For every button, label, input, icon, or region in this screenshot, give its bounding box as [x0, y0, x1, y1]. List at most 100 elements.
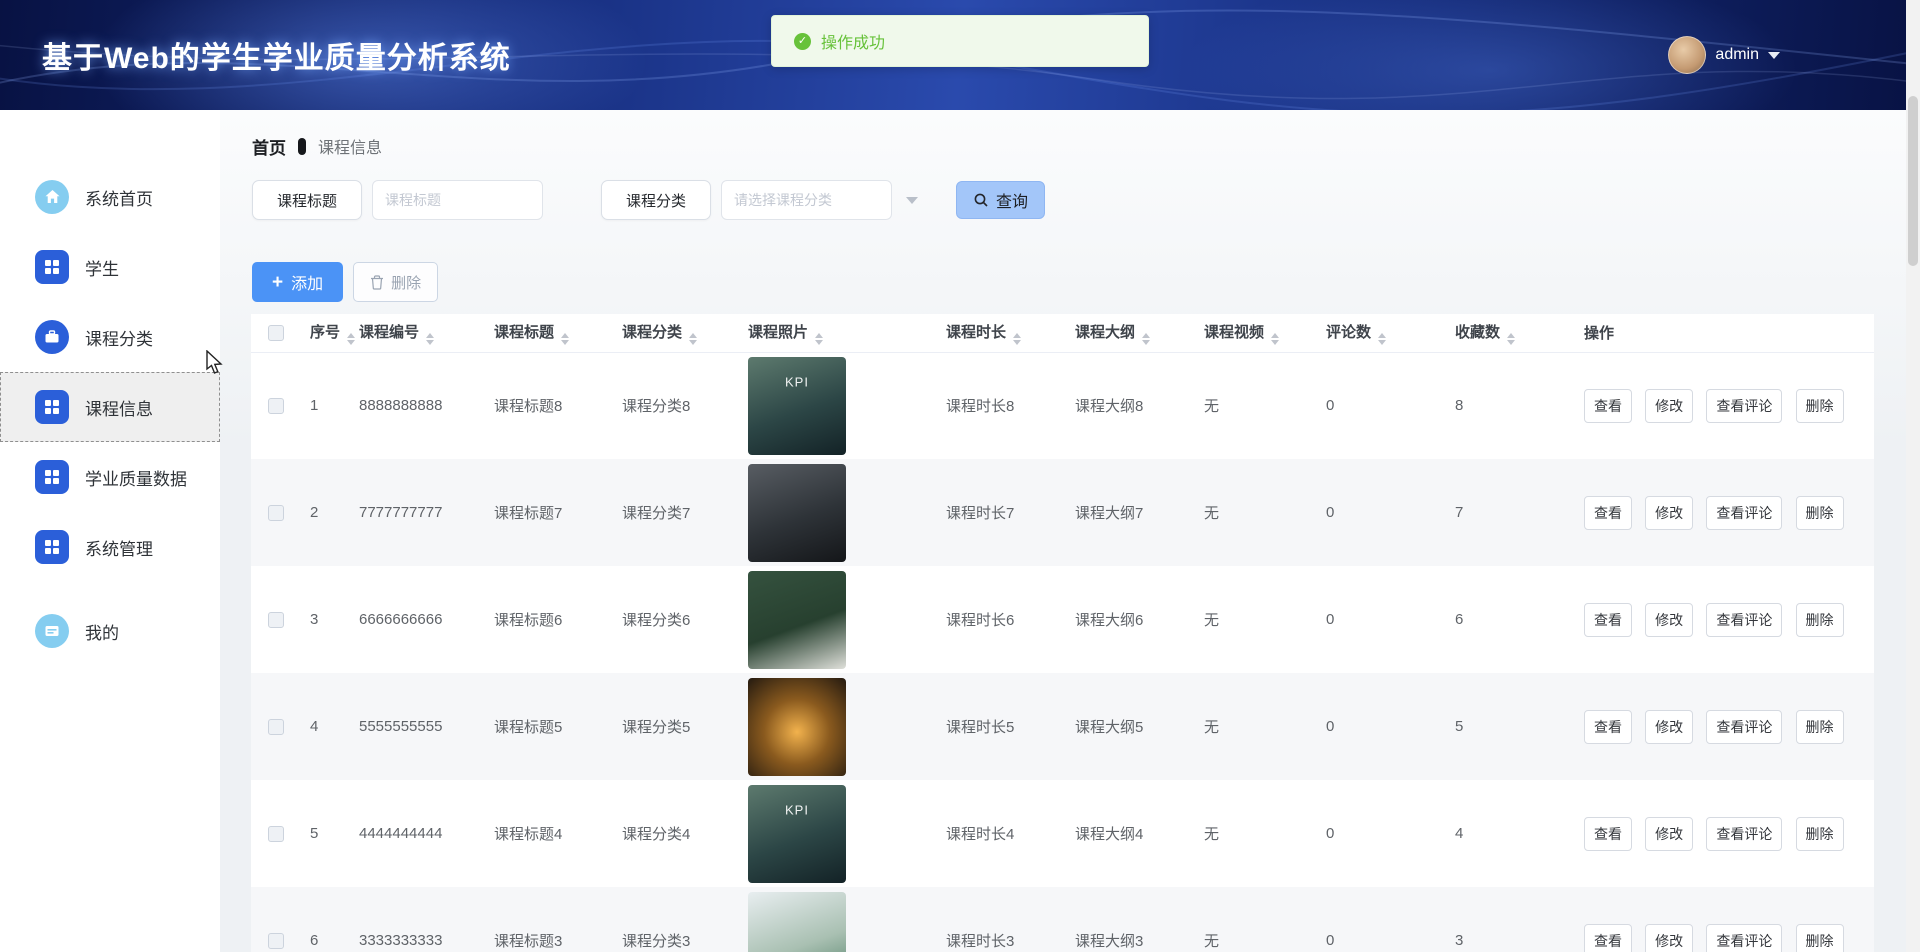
- sidebar-item-mine[interactable]: 我的: [0, 596, 220, 666]
- row-checkbox[interactable]: [268, 719, 284, 735]
- table-row: 5 4444444444 课程标题4 课程分类4 KPI 课程时长4 课程大纲4…: [251, 780, 1874, 887]
- view-comments-button[interactable]: 查看评论: [1706, 496, 1782, 530]
- column-header-index[interactable]: 序号: [300, 314, 349, 352]
- sidebar-item-label: 系统首页: [85, 185, 153, 210]
- sidebar-item-course-info[interactable]: 课程信息: [0, 372, 220, 442]
- cell-course-outline: 课程大纲4: [1065, 780, 1194, 887]
- sidebar-item-students[interactable]: 学生: [0, 232, 220, 302]
- breadcrumb-separator: [298, 138, 306, 155]
- breadcrumb-home[interactable]: 首页: [252, 134, 286, 159]
- column-header-favorites[interactable]: 收藏数: [1445, 314, 1574, 352]
- column-header-photo[interactable]: 课程照片: [738, 314, 936, 352]
- cell-course-duration: 课程时长3: [936, 887, 1065, 952]
- sort-icon[interactable]: [1142, 333, 1150, 345]
- photo-overlay-text: KPI: [785, 802, 809, 817]
- select-all-checkbox[interactable]: [268, 325, 284, 341]
- sort-icon[interactable]: [1013, 333, 1021, 345]
- view-button[interactable]: 查看: [1584, 496, 1632, 530]
- row-checkbox[interactable]: [268, 505, 284, 521]
- course-category-select[interactable]: [721, 180, 892, 220]
- sidebar-item-system-admin[interactable]: 系统管理: [0, 512, 220, 582]
- view-button[interactable]: 查看: [1584, 817, 1632, 851]
- cell-course-code: 6666666666: [349, 566, 484, 673]
- row-checkbox[interactable]: [268, 398, 284, 414]
- sort-icon[interactable]: [1378, 333, 1386, 345]
- user-name: admin: [1715, 46, 1759, 64]
- avatar[interactable]: [1668, 36, 1706, 74]
- cell-course-title: 课程标题4: [484, 780, 612, 887]
- row-checkbox[interactable]: [268, 933, 284, 949]
- delete-button[interactable]: 删除: [1796, 817, 1844, 851]
- row-checkbox[interactable]: [268, 826, 284, 842]
- column-header-comments[interactable]: 评论数: [1316, 314, 1445, 352]
- edit-button[interactable]: 修改: [1645, 924, 1693, 952]
- sort-icon[interactable]: [689, 333, 697, 345]
- sort-icon[interactable]: [561, 333, 569, 345]
- cell-course-title: 课程标题5: [484, 673, 612, 780]
- course-title-label-button[interactable]: 课程标题: [252, 180, 362, 220]
- delete-button[interactable]: 删除: [1796, 710, 1844, 744]
- sort-icon[interactable]: [1507, 333, 1515, 345]
- scrollbar-thumb[interactable]: [1908, 96, 1918, 266]
- sort-icon[interactable]: [1271, 333, 1279, 345]
- cell-course-title: 课程标题7: [484, 459, 612, 566]
- cell-course-outline: 课程大纲8: [1065, 352, 1194, 459]
- column-header-outline[interactable]: 课程大纲: [1065, 314, 1194, 352]
- breadcrumb-current: 课程信息: [318, 134, 382, 158]
- delete-button[interactable]: 删除: [1796, 924, 1844, 952]
- sort-icon[interactable]: [347, 333, 355, 345]
- delete-button[interactable]: 删除: [1796, 496, 1844, 530]
- course-title-input[interactable]: [372, 180, 543, 220]
- batch-delete-button[interactable]: 删除: [353, 262, 438, 302]
- edit-button[interactable]: 修改: [1645, 710, 1693, 744]
- column-header-duration[interactable]: 课程时长: [936, 314, 1065, 352]
- scrollbar-track[interactable]: [1906, 0, 1920, 952]
- laptop-desk-photo: [748, 464, 846, 562]
- row-checkbox[interactable]: [268, 612, 284, 628]
- sidebar-item-home[interactable]: 系统首页: [0, 162, 220, 232]
- cell-course-code: 7777777777: [349, 459, 484, 566]
- view-button[interactable]: 查看: [1584, 389, 1632, 423]
- cell-comment-count: 0: [1316, 887, 1445, 952]
- edit-button[interactable]: 修改: [1645, 496, 1693, 530]
- table-row: 1 8888888888 课程标题8 课程分类8 KPI 课程时长8 课程大纲8…: [251, 352, 1874, 459]
- sort-icon[interactable]: [815, 333, 823, 345]
- delete-button[interactable]: 删除: [1796, 603, 1844, 637]
- view-comments-button[interactable]: 查看评论: [1706, 710, 1782, 744]
- bright-classroom-photo: [748, 892, 846, 952]
- view-comments-button[interactable]: 查看评论: [1706, 389, 1782, 423]
- photo-overlay-text: KPI: [785, 375, 809, 390]
- cell-course-category: 课程分类8: [612, 352, 738, 459]
- cell-course-code: 8888888888: [349, 352, 484, 459]
- cell-index: 5: [300, 780, 349, 887]
- view-button[interactable]: 查看: [1584, 603, 1632, 637]
- delete-button[interactable]: 删除: [1796, 389, 1844, 423]
- grid-icon: [35, 250, 69, 284]
- view-button[interactable]: 查看: [1584, 710, 1632, 744]
- edit-button[interactable]: 修改: [1645, 603, 1693, 637]
- view-comments-button[interactable]: 查看评论: [1706, 924, 1782, 952]
- column-header-video[interactable]: 课程视频: [1194, 314, 1316, 352]
- success-toast: ✓ 操作成功: [771, 15, 1149, 67]
- table-row: 3 6666666666 课程标题6 课程分类6 课程时长6 课程大纲6 无 0…: [251, 566, 1874, 673]
- course-category-label-button[interactable]: 课程分类: [601, 180, 711, 220]
- cell-course-category: 课程分类4: [612, 780, 738, 887]
- sort-icon[interactable]: [426, 333, 434, 345]
- sidebar-item-course-category[interactable]: 课程分类: [0, 302, 220, 372]
- edit-button[interactable]: 修改: [1645, 389, 1693, 423]
- column-header-title[interactable]: 课程标题: [484, 314, 612, 352]
- select-caret-icon[interactable]: [906, 197, 918, 204]
- sidebar-item-label: 学业质量数据: [85, 465, 187, 490]
- edit-button[interactable]: 修改: [1645, 817, 1693, 851]
- add-button[interactable]: + 添加: [252, 262, 343, 302]
- view-button[interactable]: 查看: [1584, 924, 1632, 952]
- sidebar-item-quality-data[interactable]: 学业质量数据: [0, 442, 220, 512]
- column-header-code[interactable]: 课程编号: [349, 314, 484, 352]
- view-comments-button[interactable]: 查看评论: [1706, 603, 1782, 637]
- column-header-category[interactable]: 课程分类: [612, 314, 738, 352]
- cell-comment-count: 0: [1316, 352, 1445, 459]
- view-comments-button[interactable]: 查看评论: [1706, 817, 1782, 851]
- query-button[interactable]: 查询: [956, 181, 1045, 219]
- user-menu[interactable]: admin: [1668, 36, 1780, 74]
- cell-course-outline: 课程大纲6: [1065, 566, 1194, 673]
